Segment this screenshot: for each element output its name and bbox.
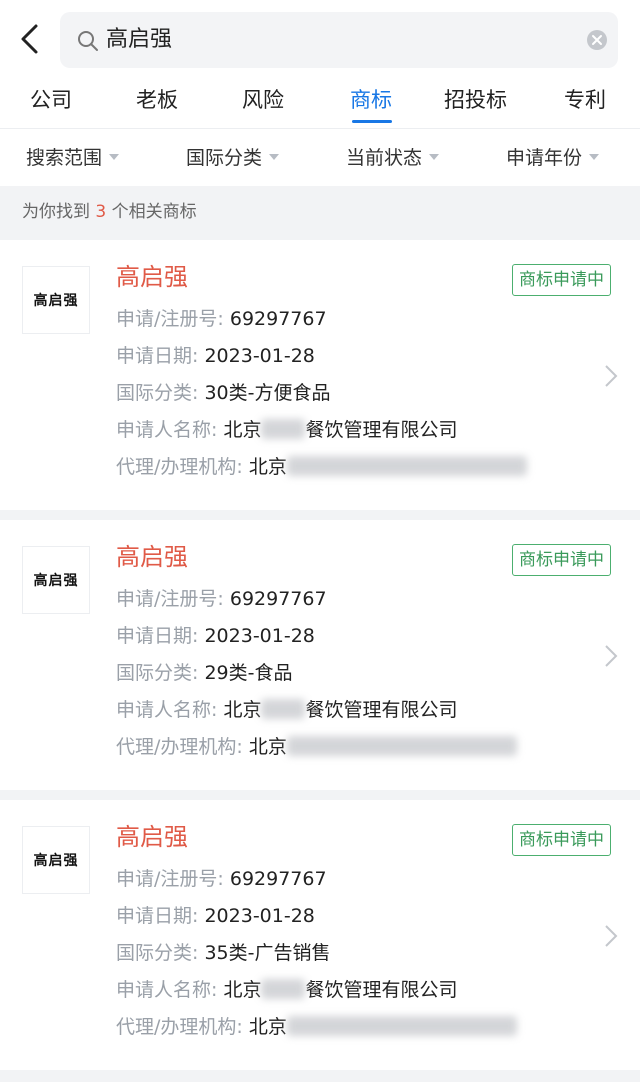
redacted-blur <box>286 735 517 756</box>
category-row: 国际分类: 30类-方便食品 <box>116 382 331 404</box>
filter-label: 申请年份 <box>506 147 583 169</box>
category-row: 国际分类: 35类-广告销售 <box>116 942 331 964</box>
filter-intl-class[interactable]: 国际分类 <box>186 145 280 171</box>
applicant-row: 申请人名称: 北京 餐饮管理有限公司 <box>116 418 458 441</box>
caret-down-icon <box>269 153 280 160</box>
agency-row: 代理/办理机构: 北京 <box>116 734 517 760</box>
agency-row: 代理/办理机构: 北京 <box>116 1014 517 1040</box>
search-icon <box>78 31 98 51</box>
reg-no-row: 申请/注册号: 69297767 <box>116 308 327 330</box>
filter-label: 搜索范围 <box>26 147 103 169</box>
trademark-name: 高启强 <box>116 543 188 571</box>
chevron-right-icon <box>605 365 618 387</box>
filter-label: 国际分类 <box>186 147 263 169</box>
status-badge: 商标申请中 <box>512 544 611 576</box>
reg-no-row: 申请/注册号: 69297767 <box>116 868 327 890</box>
caret-down-icon <box>589 153 600 160</box>
redacted-blur <box>261 978 306 999</box>
applicant-row: 申请人名称: 北京 餐饮管理有限公司 <box>116 698 458 721</box>
chevron-right-icon <box>605 645 618 667</box>
chevron-right-icon <box>605 925 618 947</box>
trademark-logo: 高启强 <box>22 546 90 614</box>
category-row: 国际分类: 29类-食品 <box>116 662 293 684</box>
date-row: 申请日期: 2023-01-28 <box>116 345 315 367</box>
filter-bar: 搜索范围 国际分类 当前状态 申请年份 <box>0 128 640 186</box>
date-row: 申请日期: 2023-01-28 <box>116 905 315 927</box>
tab-risk[interactable]: 风险 <box>242 86 284 114</box>
caret-down-icon <box>429 153 440 160</box>
filter-search-scope[interactable]: 搜索范围 <box>26 145 120 171</box>
trademark-logo: 高启强 <box>22 826 90 894</box>
caret-down-icon <box>109 153 120 160</box>
redacted-blur <box>261 698 306 719</box>
trademark-card[interactable]: 高启强 高启强 商标申请中 申请/注册号: 69297767 申请日期: 202… <box>0 240 640 510</box>
applicant-row: 申请人名称: 北京 餐饮管理有限公司 <box>116 978 458 1001</box>
tab-company[interactable]: 公司 <box>30 86 72 114</box>
search-query[interactable]: 高启强 <box>106 26 172 54</box>
clear-icon[interactable] <box>586 29 608 51</box>
trademark-name: 高启强 <box>116 823 188 851</box>
trademark-name: 高启强 <box>116 263 188 291</box>
result-count: 3 <box>95 202 107 222</box>
status-badge: 商标申请中 <box>512 824 611 856</box>
redacted-blur <box>286 1015 517 1036</box>
category-tabs: 公司 老板 风险 商标 招投标 专利 <box>0 80 640 128</box>
active-tab-indicator <box>352 120 392 123</box>
reg-no-row: 申请/注册号: 69297767 <box>116 588 327 610</box>
tab-bidding[interactable]: 招投标 <box>444 86 507 114</box>
redacted-blur <box>261 418 306 439</box>
tab-patent[interactable]: 专利 <box>564 86 606 114</box>
date-row: 申请日期: 2023-01-28 <box>116 625 315 647</box>
tab-trademark[interactable]: 商标 <box>350 86 392 114</box>
filter-year[interactable]: 申请年份 <box>506 145 600 171</box>
trademark-card[interactable]: 高启强 高启强 商标申请中 申请/注册号: 69297767 申请日期: 202… <box>0 800 640 1070</box>
filter-status[interactable]: 当前状态 <box>346 145 440 171</box>
top-bar: 高启强 <box>0 0 640 80</box>
trademark-card[interactable]: 高启强 高启强 商标申请中 申请/注册号: 69297767 申请日期: 202… <box>0 520 640 790</box>
agency-row: 代理/办理机构: 北京 <box>116 454 527 480</box>
search-input[interactable]: 高启强 <box>60 12 618 68</box>
redacted-blur <box>286 455 527 476</box>
status-badge: 商标申请中 <box>512 264 611 296</box>
back-arrow-icon[interactable] <box>14 22 48 56</box>
result-summary: 为你找到 3 个相关商标 <box>0 186 640 238</box>
filter-label: 当前状态 <box>346 147 423 169</box>
tab-boss[interactable]: 老板 <box>136 86 178 114</box>
result-summary-text: 为你找到 3 个相关商标 <box>22 202 197 222</box>
trademark-logo: 高启强 <box>22 266 90 334</box>
